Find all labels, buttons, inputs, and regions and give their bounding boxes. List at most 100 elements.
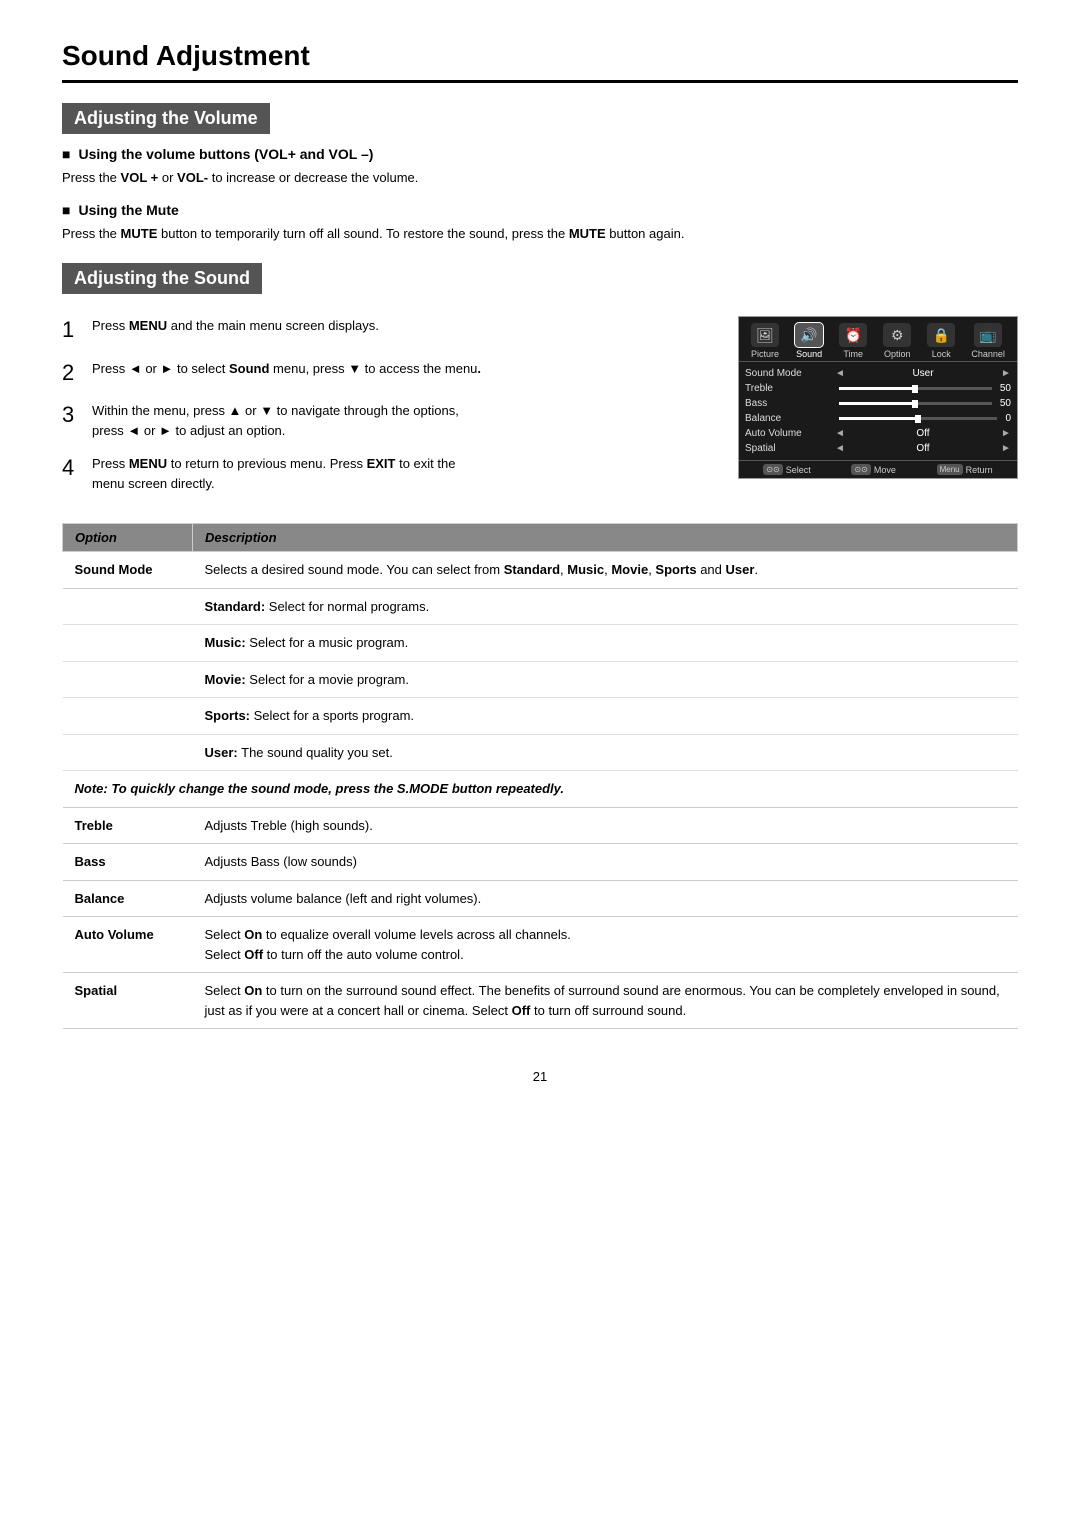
vol-buttons-text: Press the VOL + or VOL- to increase or d…	[62, 168, 1018, 188]
balance-slider	[839, 417, 997, 420]
volume-section-header: Adjusting the Volume	[62, 103, 270, 134]
step-3: 3 Within the menu, press ▲ or ▼ to navig…	[62, 401, 708, 440]
page-number: 21	[62, 1069, 1018, 1084]
sound-section: Adjusting the Sound 1 Press MENU and the…	[62, 263, 1018, 507]
table-row-note: Note: To quickly change the sound mode, …	[63, 771, 1018, 808]
sound-section-header: Adjusting the Sound	[62, 263, 262, 294]
mute-text: Press the MUTE button to temporarily tur…	[62, 224, 1018, 244]
table-row-autovolume: Auto Volume Select On to equalize overal…	[63, 917, 1018, 973]
treble-option: Treble	[63, 807, 193, 844]
standard-description: Standard: Select for normal programs.	[193, 588, 1018, 625]
step-1-number: 1	[62, 316, 82, 345]
table-subrow-standard: Standard: Select for normal programs.	[63, 588, 1018, 625]
steps-column: 1 Press MENU and the main menu screen di…	[62, 316, 708, 507]
time-label: Time	[843, 349, 863, 359]
menu-box: 🖼 Picture 🔊 Sound ⏰ Time ⚙ Option	[738, 316, 1018, 479]
menu-row-treble: Treble 50	[745, 381, 1011, 396]
autovolume-option: Auto Volume	[63, 917, 193, 973]
move-label: Move	[874, 465, 896, 475]
standard-option	[63, 588, 193, 625]
balance-label: Balance	[745, 413, 835, 424]
menu-icon-channel: 📺 Channel	[971, 323, 1005, 359]
bass-slider	[839, 402, 992, 405]
vol-buttons-title: Using the volume buttons (VOL+ and VOL –…	[62, 146, 1018, 162]
spatial-option: Spatial	[63, 973, 193, 1029]
note-cell: Note: To quickly change the sound mode, …	[63, 771, 1018, 808]
table-row-bass: Bass Adjusts Bass (low sounds)	[63, 844, 1018, 881]
soundmode-value: User	[845, 368, 1001, 379]
sports-description: Sports: Select for a sports program.	[193, 698, 1018, 735]
table-row-treble: Treble Adjusts Treble (high sounds).	[63, 807, 1018, 844]
menu-icon-sound: 🔊 Sound	[795, 323, 823, 359]
table-subrow-movie: Movie: Select for a movie program.	[63, 661, 1018, 698]
move-btn: ⊙⊙	[851, 464, 870, 475]
soundmode-right: ►	[1001, 368, 1011, 379]
sports-option	[63, 698, 193, 735]
menu-rows: Sound Mode ◄ User ► Treble 50	[739, 362, 1017, 460]
channel-icon: 📺	[974, 323, 1002, 347]
menu-icon-time: ⏰ Time	[839, 323, 867, 359]
soundmode-label: Sound Mode	[745, 368, 835, 379]
bass-value: 50	[1000, 398, 1011, 409]
spatial-right: ►	[1001, 443, 1011, 454]
spatial-left: ◄	[835, 443, 845, 454]
music-option	[63, 625, 193, 662]
step-2: 2 Press ◄ or ► to select Sound menu, pre…	[62, 359, 708, 388]
menu-icon-option: ⚙ Option	[883, 323, 911, 359]
autovolume-left: ◄	[835, 428, 845, 439]
step-4-number: 4	[62, 454, 82, 493]
step-2-text: Press ◄ or ► to select Sound menu, press…	[92, 359, 481, 388]
autovolume-desc: Select On to equalize overall volume lev…	[193, 917, 1018, 973]
menu-row-spatial: Spatial ◄ Off ►	[745, 441, 1011, 456]
menu-icon-lock: 🔒 Lock	[927, 323, 955, 359]
table-row-spatial: Spatial Select On to turn on the surroun…	[63, 973, 1018, 1029]
menu-row-balance: Balance 0	[745, 411, 1011, 426]
step-4: 4 Press MENU to return to previous menu.…	[62, 454, 708, 493]
note-text: Note: To quickly change the sound mode, …	[75, 775, 565, 802]
menu-row-bass: Bass 50	[745, 396, 1011, 411]
table-row-soundmode: Sound Mode Selects a desired sound mode.…	[63, 552, 1018, 589]
col-description-header: Description	[193, 524, 1018, 552]
menu-row-soundmode: Sound Mode ◄ User ►	[745, 366, 1011, 381]
page-title: Sound Adjustment	[62, 40, 1018, 83]
table-row-balance: Balance Adjusts volume balance (left and…	[63, 880, 1018, 917]
footer-return: Menu Return	[937, 464, 993, 475]
option-label: Option	[884, 349, 911, 359]
select-btn: ⊙⊙	[763, 464, 782, 475]
channel-label: Channel	[971, 349, 1005, 359]
sound-icon: 🔊	[795, 323, 823, 347]
return-label: Return	[966, 465, 993, 475]
autovolume-label: Auto Volume	[745, 428, 835, 439]
bass-desc: Adjusts Bass (low sounds)	[193, 844, 1018, 881]
time-icon: ⏰	[839, 323, 867, 347]
footer-move: ⊙⊙ Move	[851, 464, 895, 475]
user-description: User: The sound quality you set.	[193, 734, 1018, 771]
sound-content: 1 Press MENU and the main menu screen di…	[62, 316, 1018, 507]
option-icon: ⚙	[883, 323, 911, 347]
col-option-header: Option	[63, 524, 193, 552]
step-2-number: 2	[62, 359, 82, 388]
autovolume-right: ►	[1001, 428, 1011, 439]
lock-label: Lock	[932, 349, 951, 359]
bass-label: Bass	[745, 398, 835, 409]
table-subrow-user: User: The sound quality you set.	[63, 734, 1018, 771]
movie-description: Movie: Select for a movie program.	[193, 661, 1018, 698]
treble-desc: Adjusts Treble (high sounds).	[193, 807, 1018, 844]
table-subrow-music: Music: Select for a music program.	[63, 625, 1018, 662]
return-btn: Menu	[937, 464, 963, 475]
menu-icons-row: 🖼 Picture 🔊 Sound ⏰ Time ⚙ Option	[739, 317, 1017, 362]
option-table: Option Description Sound Mode Selects a …	[62, 523, 1018, 1029]
soundmode-left: ◄	[835, 368, 845, 379]
autovolume-value: Off	[845, 428, 1001, 439]
menu-screenshot: 🖼 Picture 🔊 Sound ⏰ Time ⚙ Option	[738, 316, 1018, 507]
soundmode-description: Selects a desired sound mode. You can se…	[193, 552, 1018, 589]
spatial-desc: Select On to turn on the surround sound …	[193, 973, 1018, 1029]
sound-label: Sound	[796, 349, 822, 359]
step-1: 1 Press MENU and the main menu screen di…	[62, 316, 708, 345]
mute-title: Using the Mute	[62, 202, 1018, 218]
balance-value: 0	[1005, 413, 1011, 424]
step-4-text: Press MENU to return to previous menu. P…	[92, 454, 455, 493]
bass-option: Bass	[63, 844, 193, 881]
treble-slider	[839, 387, 992, 390]
treble-value: 50	[1000, 383, 1011, 394]
